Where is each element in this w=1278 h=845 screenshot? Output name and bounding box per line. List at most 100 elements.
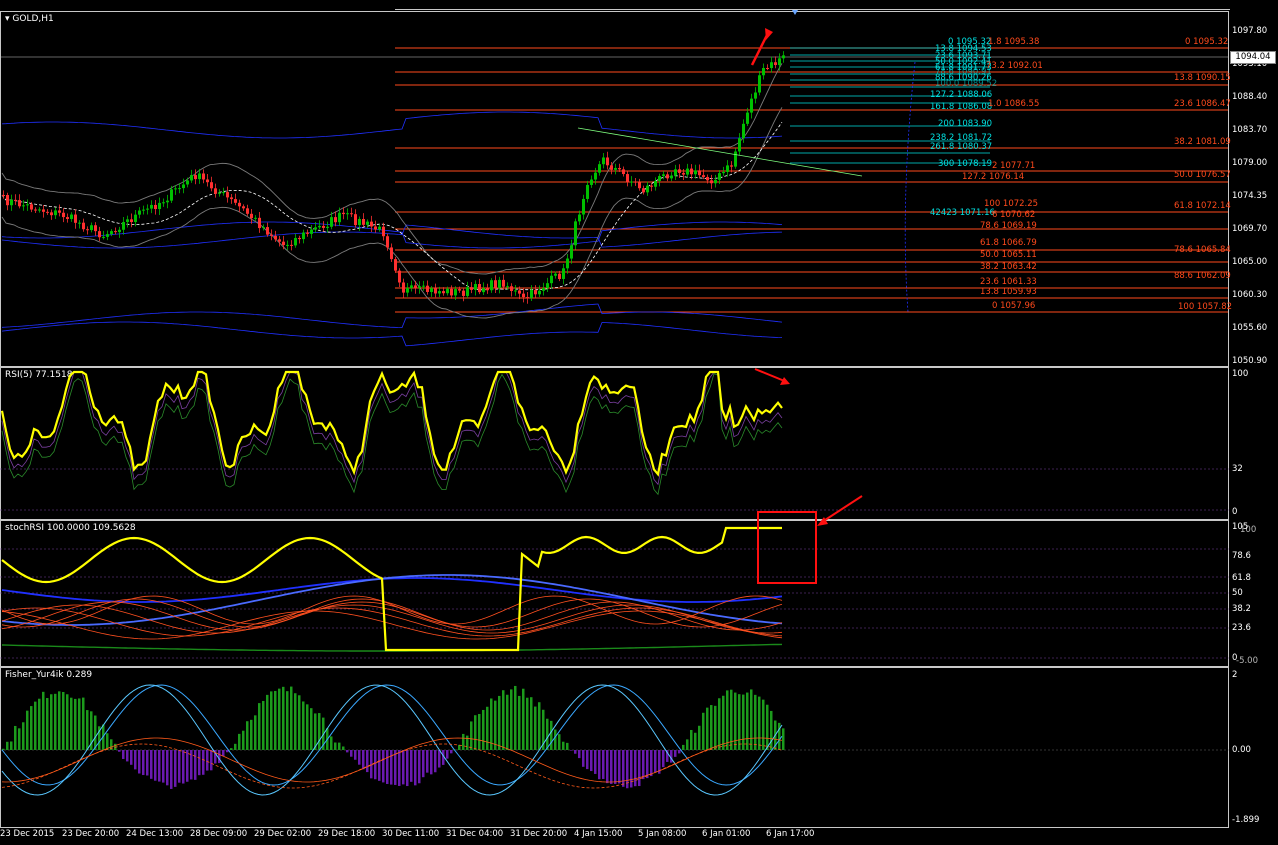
candle-body (46, 211, 49, 213)
fisher-bar (278, 688, 281, 750)
candle-body (294, 237, 297, 246)
fib-label: 50.0 1065.11 (980, 250, 1037, 260)
candle-body (630, 181, 633, 183)
candle-body (622, 169, 625, 175)
candle-body (774, 62, 777, 66)
price-tick: 1065.00 (1232, 257, 1268, 267)
candle-body (718, 173, 721, 180)
candle-body (166, 200, 169, 203)
fisher-bar (370, 750, 373, 779)
fisher-bar (430, 750, 433, 775)
candle-body (778, 58, 781, 66)
candle-body (410, 285, 413, 288)
time-tick: 23 Dec 2015 (0, 829, 55, 839)
candle-body (54, 210, 57, 216)
fisher-bar (162, 750, 165, 783)
fisher-bar (238, 733, 241, 750)
candle-body (386, 236, 389, 248)
candle-body (354, 214, 357, 226)
envelope-line (1, 224, 783, 249)
fib-label: 42423 1071.16 (930, 208, 995, 218)
candle-body (334, 217, 337, 223)
candle-body (342, 212, 345, 215)
candle-body (494, 280, 497, 289)
fisher-bar (710, 705, 713, 750)
fisher-bar (10, 741, 13, 750)
fib-label: 88.6 1062.09 (1174, 271, 1231, 281)
candle-body (106, 234, 109, 237)
envelope-line (1, 321, 783, 347)
fisher-bar (170, 750, 173, 789)
fisher-bar (222, 750, 225, 757)
fib-label: 2 1077.71 (992, 161, 1036, 171)
fisher-bar (702, 712, 705, 750)
candle-body (190, 175, 193, 181)
fisher-bar (418, 750, 421, 784)
fisher-bar (86, 710, 89, 750)
candle-body (302, 232, 305, 240)
fisher-bar (614, 750, 617, 784)
candle-body (706, 176, 709, 181)
fisher-bar (566, 742, 569, 750)
fib-label: 127.2 1076.14 (962, 172, 1025, 182)
candle-body (554, 273, 557, 276)
candle-body (422, 285, 425, 287)
fisher-bar (514, 685, 517, 750)
candle-body (198, 173, 201, 180)
price-tick: 1074.35 (1232, 191, 1268, 201)
fisher-bar (706, 707, 709, 750)
candle-body (394, 259, 397, 271)
candle-body (266, 227, 269, 235)
bollinger-band (1, 63, 783, 275)
candle-body (18, 200, 21, 207)
candle-body (370, 221, 373, 227)
candle-body (654, 180, 657, 187)
fib-label: 38.2 1081.09 (1174, 137, 1231, 147)
candle-body (762, 67, 765, 76)
stoch-fast-line (1, 610, 783, 640)
fisher-bar (582, 750, 585, 767)
candle-body (154, 204, 157, 210)
candle-body (694, 170, 697, 175)
candle-body (406, 287, 409, 293)
candle-body (646, 185, 649, 193)
candle-body (330, 217, 333, 227)
fisher-bar (686, 739, 689, 750)
candle-body (430, 288, 433, 292)
fisher-bar (230, 748, 233, 750)
fib-label: 1.0 1086.55 (988, 99, 1040, 109)
candle-body (414, 285, 417, 288)
time-tick: 4 Jan 15:00 (574, 829, 623, 839)
fisher-bar (210, 750, 213, 771)
candle-body (210, 182, 213, 189)
fisher-bar (494, 700, 497, 750)
fisher-bar (546, 718, 549, 750)
time-tick: 31 Dec 20:00 (510, 829, 568, 839)
candle-body (78, 222, 81, 224)
candle-body (146, 208, 149, 210)
candle-body (502, 279, 505, 287)
price-tick: 1088.40 (1232, 92, 1268, 102)
fisher-bar (754, 694, 757, 750)
time-tick: 30 Dec 11:00 (382, 829, 440, 839)
fisher-bar (106, 733, 109, 750)
candle-body (2, 195, 5, 197)
fisher-bar (638, 750, 641, 787)
stoch-tick: 38.2 (1232, 604, 1251, 614)
fisher-bar (126, 750, 129, 762)
candle-body (614, 167, 617, 170)
time-tick: 5 Jan 08:00 (638, 829, 687, 839)
candle-body (242, 206, 245, 209)
fisher-bar (166, 750, 169, 786)
candle-body (318, 225, 321, 228)
fisher-bar (82, 697, 85, 750)
fisher-bar (590, 750, 593, 772)
fisher-bar (218, 750, 221, 764)
candle-body (634, 181, 637, 183)
fisher-bar (258, 703, 261, 750)
fisher-bar (502, 690, 505, 750)
fisher-bar (654, 750, 657, 773)
fisher-bar (698, 725, 701, 750)
fisher-bar (550, 720, 553, 750)
fib-label: 38.2 1063.42 (980, 262, 1037, 272)
